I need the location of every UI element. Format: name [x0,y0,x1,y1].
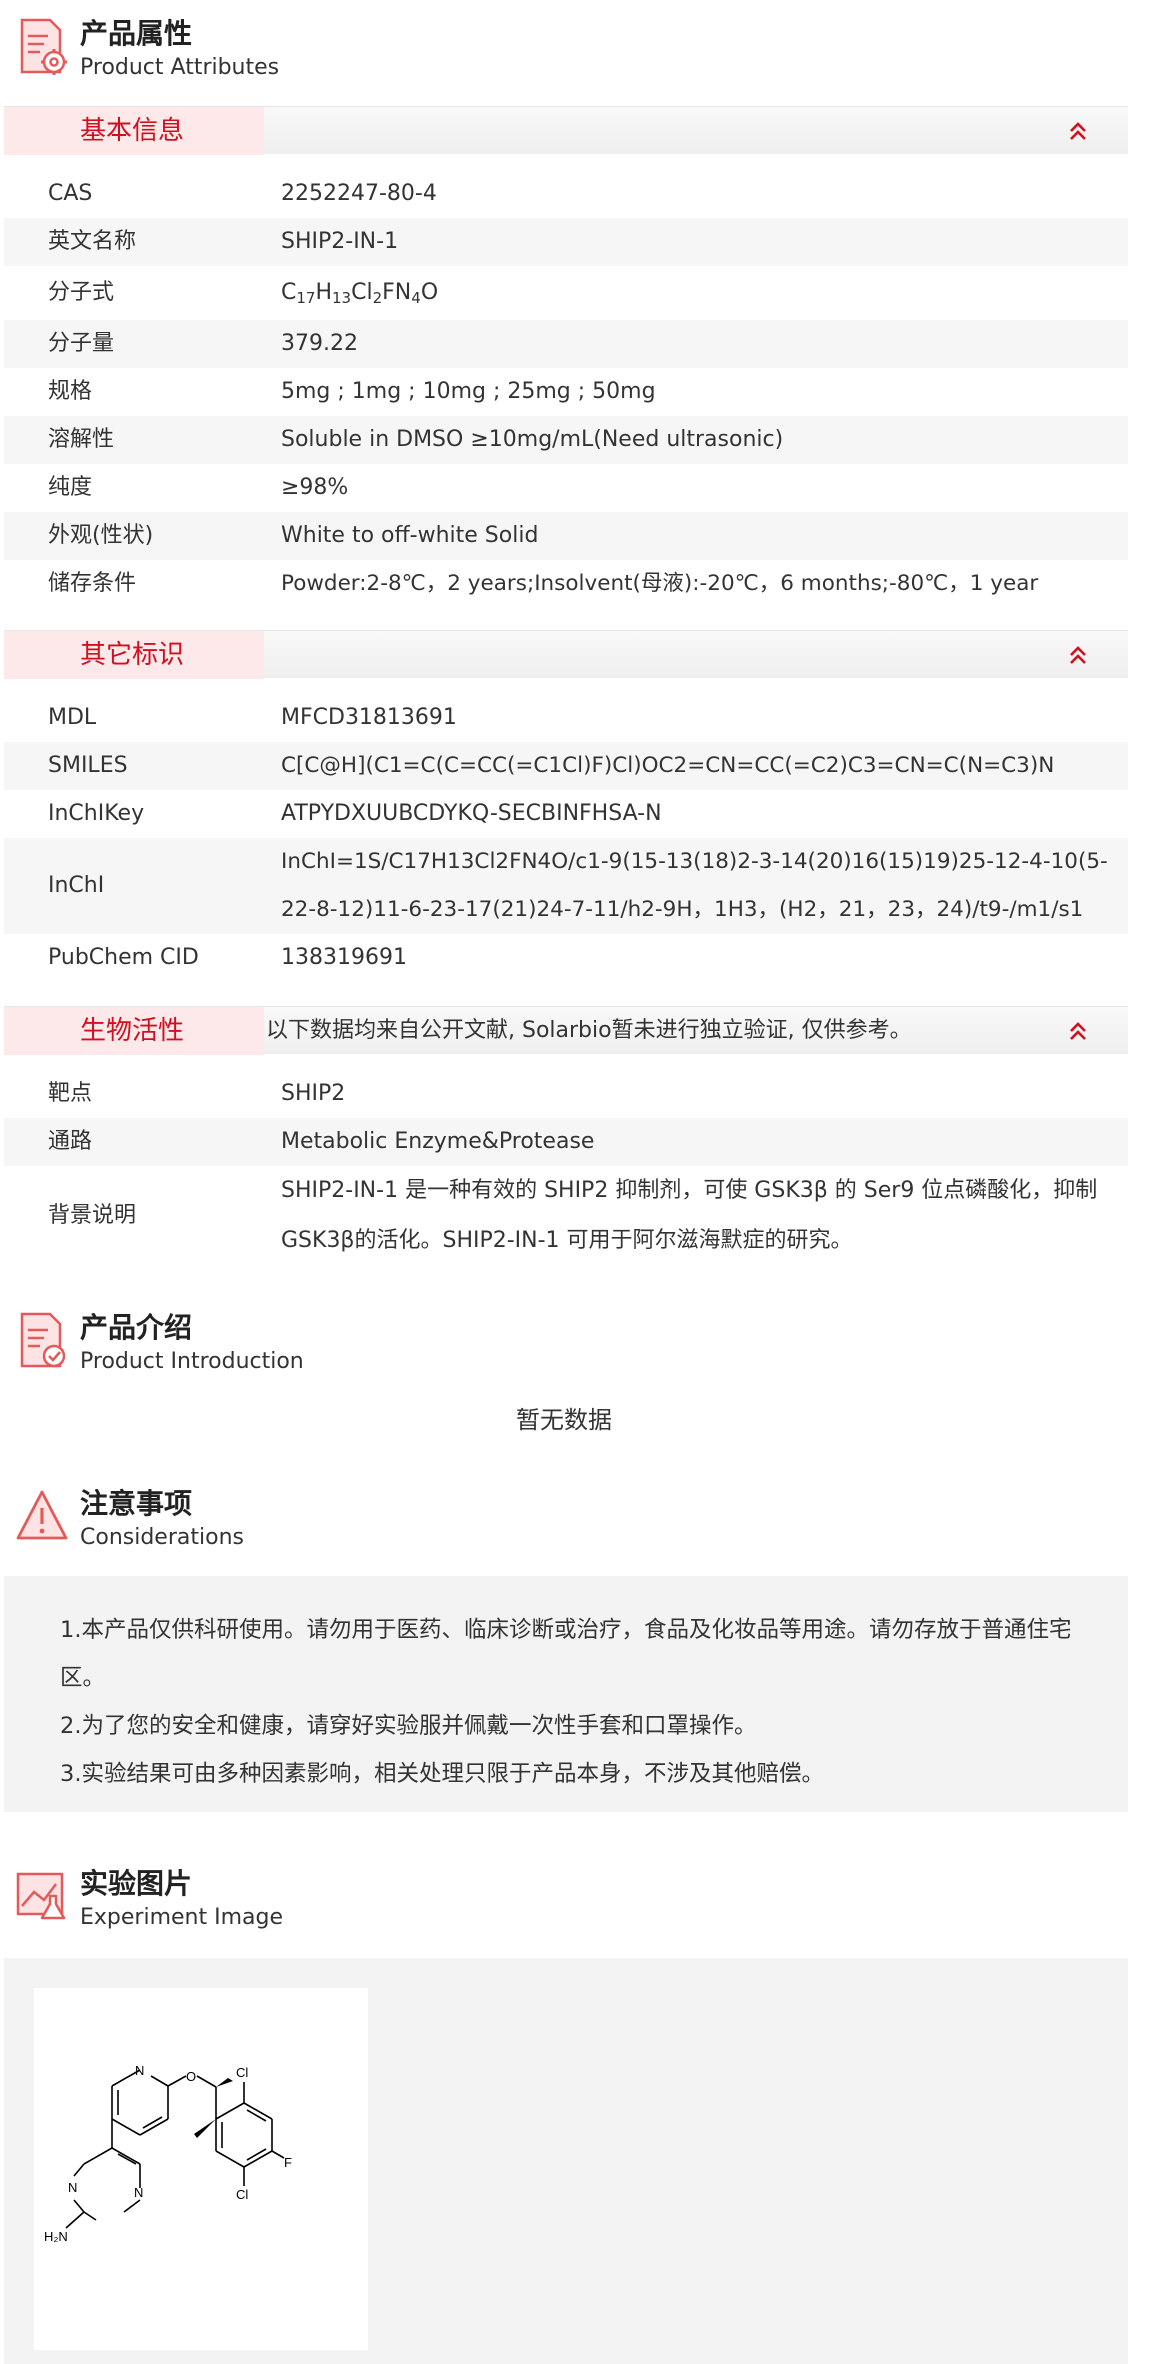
image-flask-icon [16,1872,66,1920]
experiment-subtitle: Experiment Image [80,1905,284,1930]
atom-label: Cl [236,2187,248,2202]
bio-activity-table: 靶点 SHIP2 通路 Metabolic Enzyme&Protease 背景… [4,1070,1128,1266]
atom-label: N [68,2180,77,2195]
row-value: 379.22 [281,331,358,356]
table-row: 背景说明 SHIP2-IN-1 是一种有效的 SHIP2 抑制剂，可使 GSK3… [4,1166,1128,1266]
row-value: ATPYDXUUBCDYKQ-SECBINFHSA-N [281,801,662,826]
row-key: InChIKey [48,801,145,826]
table-row: InChIKey ATPYDXUUBCDYKQ-SECBINFHSA-N [4,790,1128,838]
experiment-image-panel: N O Cl Cl F N N H₂N [4,1958,1128,2364]
bio-activity-label: 生物活性 [4,1007,264,1055]
atom-label: F [284,2155,292,2170]
row-key: 分子量 [48,331,115,356]
row-value: White to off-white Solid [281,523,539,548]
table-row: 分子式 C17H13Cl2FN4O [4,266,1128,320]
bio-activity-bar[interactable]: 生物活性 以下数据均来自公开文献, Solarbio暂未进行独立验证, 仅供参考… [4,1006,1128,1055]
row-key: 规格 [48,379,93,404]
considerations-title: 注意事项 [80,1487,193,1520]
table-row: InChI InChI=1S/C17H13Cl2FN4O/c1-9(15-13(… [4,838,1128,934]
table-row: 规格 5mg ; 1mg ; 10mg ; 25mg ; 50mg [4,368,1128,416]
table-row: MDL MFCD31813691 [4,694,1128,742]
considerations-section-header: 注意事项 Considerations [14,1486,614,1554]
warning-triangle-icon [16,1490,68,1540]
row-key: MDL [48,705,97,730]
row-key: CAS [48,181,93,206]
row-key: 溶解性 [48,427,115,452]
table-row: 靶点 SHIP2 [4,1070,1128,1118]
structure-image-card[interactable]: N O Cl Cl F N N H₂N [34,1988,368,2350]
row-value: ≥98% [281,475,349,500]
double-chevron-up-icon[interactable] [1066,1019,1090,1043]
basic-info-bar[interactable]: 基本信息 [4,106,1128,155]
double-chevron-up-icon[interactable] [1066,119,1090,143]
atom-label: O [186,2069,196,2084]
attributes-section-header: 产品属性 Product Attributes [14,16,614,84]
notice-item: 2.为了您的安全和健康，请穿好实验服并佩戴一次性手套和口罩操作。 [60,1713,757,1739]
table-row: 分子量 379.22 [4,320,1128,368]
row-value: MFCD31813691 [281,705,457,730]
row-key: 靶点 [48,1081,93,1106]
intro-section-header: 产品介绍 Product Introduction [14,1310,614,1378]
row-value: Metabolic Enzyme&Protease [281,1129,595,1154]
row-value: SHIP2-IN-1 是一种有效的 SHIP2 抑制剂，可使 GSK3β 的 S… [281,1178,1098,1253]
table-row: 纯度 ≥98% [4,464,1128,512]
row-value: 138319691 [281,945,407,970]
other-ids-bar[interactable]: 其它标识 [4,630,1128,679]
table-row: 溶解性 Soluble in DMSO ≥10mg/mL(Need ultras… [4,416,1128,464]
atom-label: H₂N [44,2229,68,2244]
considerations-box: 1.本产品仅供科研使用。请勿用于医药、临床诊断或治疗，食品及化妆品等用途。请勿存… [4,1576,1128,1812]
row-value: Soluble in DMSO ≥10mg/mL(Need ultrasonic… [281,427,784,452]
molecular-formula: C17H13Cl2FN4O [281,266,1111,320]
atom-label: N [135,2063,144,2078]
row-key: 英文名称 [48,229,137,254]
table-row: CAS 2252247-80-4 [4,170,1128,218]
notice-item: 3.实验结果可由多种因素影响，相关处理只限于产品本身，不涉及其他赔偿。 [60,1761,824,1787]
basic-info-table: CAS 2252247-80-4 英文名称 SHIP2-IN-1 分子式 C17… [4,170,1128,608]
basic-info-label: 基本信息 [4,107,264,155]
row-key: PubChem CID [48,945,199,970]
attributes-title: 产品属性 [80,17,193,50]
row-key: SMILES [48,753,128,778]
table-row: 储存条件 Powder:2-8℃，2 years;Insolvent(母液):-… [4,560,1128,608]
table-row: SMILES C[C@H](C1=C(C=CC(=C1Cl)F)Cl)OC2=C… [4,742,1128,790]
double-chevron-up-icon[interactable] [1066,643,1090,667]
row-value: Powder:2-8℃，2 years;Insolvent(母液):-20℃，6… [281,571,1039,596]
row-value: InChI=1S/C17H13Cl2FN4O/c1-9(15-13(18)2-3… [281,849,1108,922]
table-row: 外观(性状) White to off-white Solid [4,512,1128,560]
experiment-title: 实验图片 [80,1867,193,1900]
table-row: 通路 Metabolic Enzyme&Protease [4,1118,1128,1166]
considerations-subtitle: Considerations [80,1525,244,1550]
other-ids-label: 其它标识 [4,631,264,679]
other-ids-table: MDL MFCD31813691 SMILES C[C@H](C1=C(C=CC… [4,694,1128,982]
notice-item: 1.本产品仅供科研使用。请勿用于医药、临床诊断或治疗，食品及化妆品等用途。请勿存… [60,1617,1072,1691]
document-gear-icon [20,18,67,75]
table-row: 英文名称 SHIP2-IN-1 [4,218,1128,266]
row-key: 分子式 [48,280,115,305]
attributes-subtitle: Product Attributes [80,55,280,80]
row-key: 外观(性状) [48,523,154,548]
atom-label: N [134,2185,143,2200]
row-value: C[C@H](C1=C(C=CC(=C1Cl)F)Cl)OC2=CN=CC(=C… [281,753,1055,778]
atom-label: Cl [236,2065,248,2080]
experiment-section-header: 实验图片 Experiment Image [14,1866,614,1934]
product-detail-page: 产品属性 Product Attributes 基本信息 CAS 2252247… [0,0,1154,2364]
formula-text: C17H13Cl2FN4O [281,280,439,307]
row-value: 2252247-80-4 [281,181,437,206]
document-check-icon [20,1312,66,1368]
bio-disclaimer: 以下数据均来自公开文献, Solarbio暂未进行独立验证, 仅供参考。 [266,1018,912,1043]
row-value: 5mg ; 1mg ; 10mg ; 25mg ; 50mg [281,379,656,404]
row-value: SHIP2-IN-1 [281,229,399,254]
intro-title: 产品介绍 [80,1311,193,1344]
row-key: 通路 [48,1129,93,1154]
intro-subtitle: Product Introduction [80,1349,304,1374]
chemical-structure-image: N O Cl Cl F N N H₂N [44,2063,292,2244]
row-key: InChI [48,873,105,898]
row-value: SHIP2 [281,1081,346,1106]
intro-empty-text: 暂无数据 [516,1406,612,1434]
row-key: 背景说明 [48,1203,137,1228]
row-key: 纯度 [48,475,93,500]
table-row: PubChem CID 138319691 [4,934,1128,982]
row-key: 储存条件 [48,571,137,596]
